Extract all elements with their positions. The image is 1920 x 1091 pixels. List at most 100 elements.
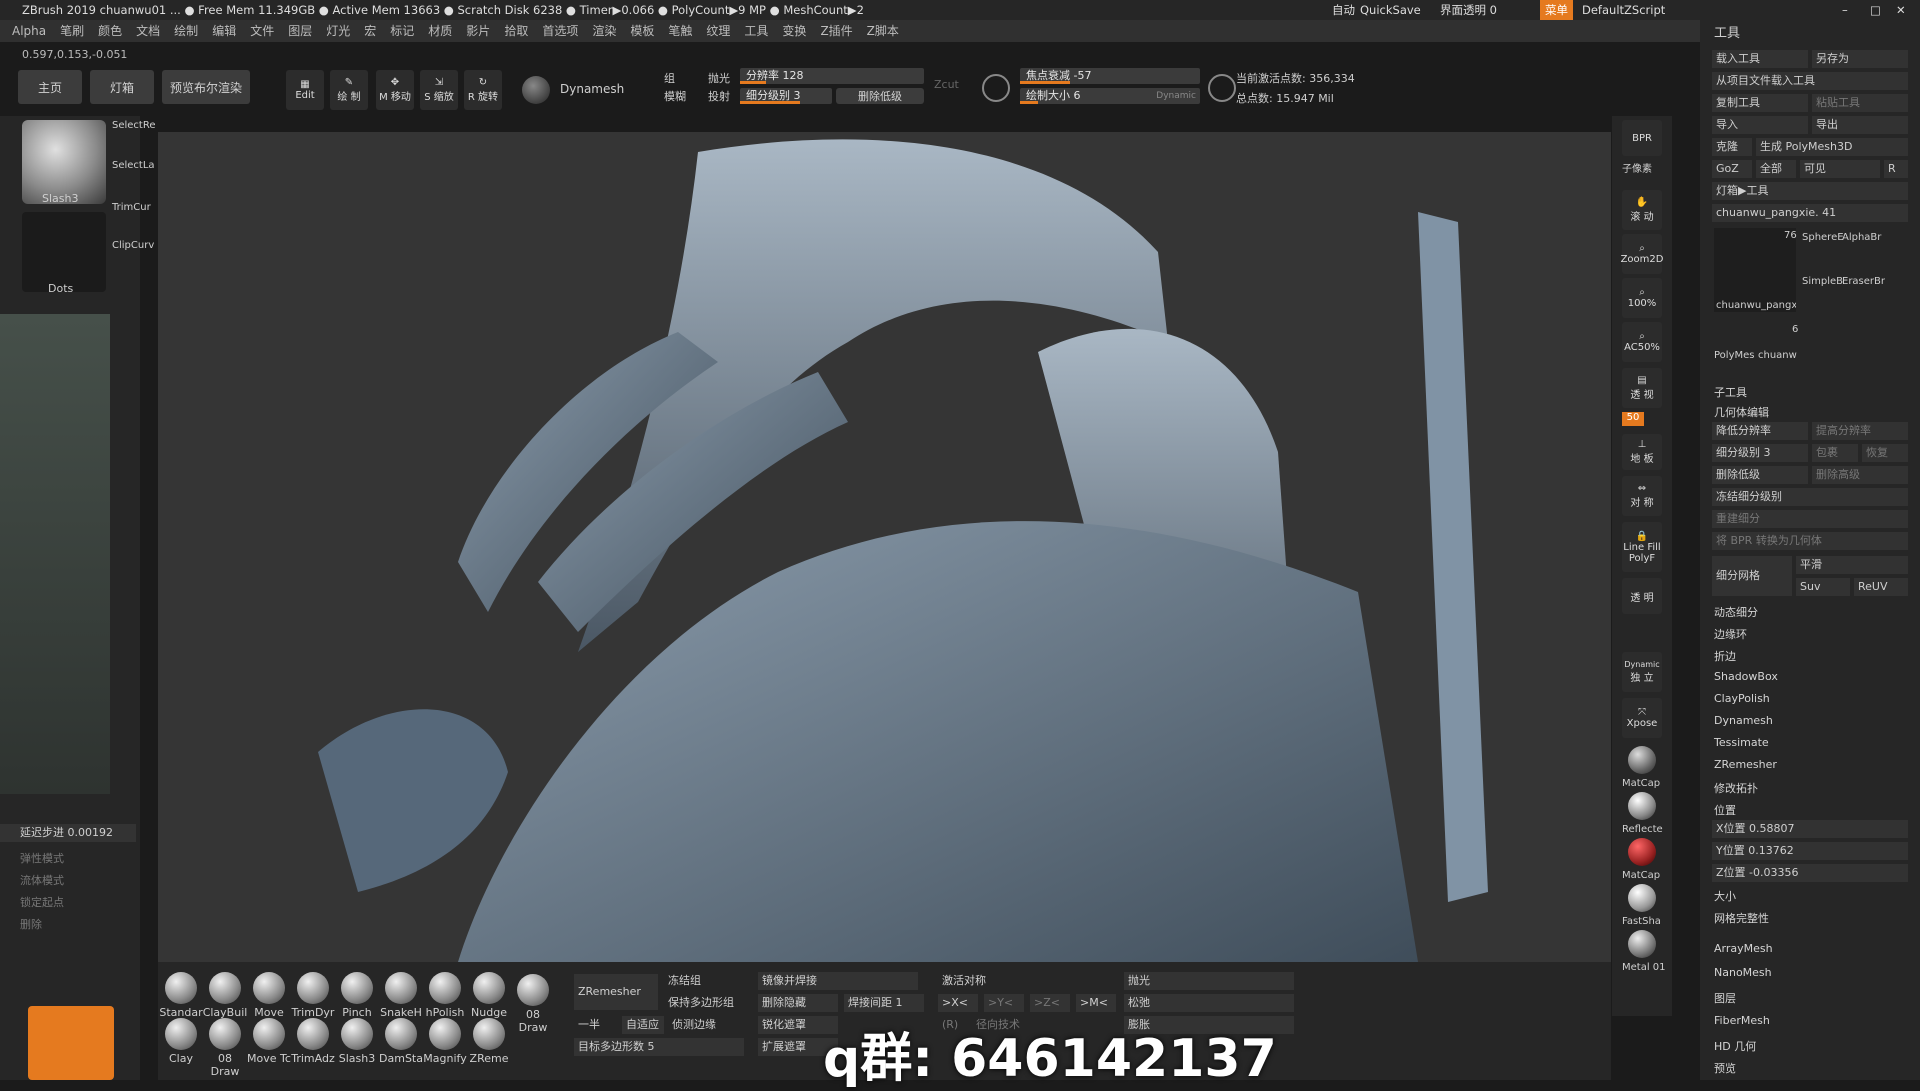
menu-color[interactable]: 颜色 bbox=[98, 24, 122, 38]
resolution-slider[interactable]: 分辨率 128 bbox=[740, 68, 924, 84]
higher-res-button[interactable]: 提高分辨率 bbox=[1812, 422, 1908, 440]
suv-toggle[interactable]: Suv bbox=[1796, 578, 1850, 596]
menu-material[interactable]: 材质 bbox=[428, 24, 452, 38]
arraymesh-section[interactable]: ArrayMesh bbox=[1714, 942, 1773, 955]
edit-button[interactable]: ▦ Edit bbox=[286, 70, 324, 110]
reflected-material-icon[interactable] bbox=[1628, 792, 1656, 820]
focal-shift-icon[interactable] bbox=[982, 74, 1010, 102]
delete-stroke[interactable]: 删除 bbox=[20, 916, 42, 932]
lazy-step-slider[interactable]: 延迟步进 0.00192 bbox=[0, 824, 136, 842]
fluid-mode[interactable]: 流体模式 bbox=[20, 872, 64, 888]
scroll-button[interactable]: ✋ 滚 动 bbox=[1622, 190, 1662, 230]
interface-transparency-slider[interactable]: 界面透明 0 bbox=[1440, 0, 1497, 20]
lightbox-button[interactable]: 灯箱 bbox=[90, 70, 154, 104]
dynamesh-label[interactable]: Dynamesh bbox=[560, 82, 624, 96]
menu-render[interactable]: 渲染 bbox=[592, 24, 616, 38]
weld-distance-slider[interactable]: 焊接间距 1 bbox=[844, 994, 924, 1012]
menu-document[interactable]: 文档 bbox=[136, 24, 160, 38]
group-toggle[interactable]: 组 bbox=[664, 70, 675, 86]
detect-edges-toggle[interactable]: 侦测边缘 bbox=[668, 1016, 752, 1034]
activate-symmetry-button[interactable]: 激活对称 bbox=[938, 972, 1068, 990]
select-lasso-tool[interactable]: SelectLa bbox=[112, 160, 155, 171]
fov-value[interactable]: 50 bbox=[1622, 412, 1644, 426]
polish-slider[interactable]: 抛光 bbox=[1124, 972, 1294, 990]
reconstruct-button[interactable]: 恢复 bbox=[1862, 444, 1908, 462]
menu-stencil[interactable]: 模板 bbox=[630, 24, 654, 38]
minimize-icon[interactable]: – bbox=[1842, 0, 1848, 20]
bpr-preview-button[interactable]: 预览布尔渲染 bbox=[162, 70, 250, 104]
transparency-button[interactable]: 透 明 bbox=[1622, 578, 1662, 614]
symmetry-button[interactable]: ⇔ 对 称 bbox=[1622, 476, 1662, 516]
brush-standard[interactable]: Standar bbox=[158, 972, 204, 1019]
relax-slider[interactable]: 松弛 bbox=[1124, 994, 1294, 1012]
close-icon[interactable]: ✕ bbox=[1896, 0, 1906, 20]
sphere-tool[interactable]: SphereE bbox=[1802, 232, 1844, 243]
tessimate-section[interactable]: Tessimate bbox=[1714, 736, 1769, 749]
draw-button[interactable]: ✎ 绘 制 bbox=[330, 70, 368, 110]
symmetry-z-toggle[interactable]: >Z< bbox=[1030, 994, 1070, 1012]
menu-preferences[interactable]: 首选项 bbox=[542, 24, 578, 38]
quicksave-button[interactable]: QuickSave bbox=[1360, 0, 1421, 20]
bpr-render-button[interactable]: BPR bbox=[1622, 120, 1662, 156]
menu-alpha[interactable]: Alpha bbox=[12, 24, 46, 38]
r-button[interactable]: R bbox=[1884, 160, 1908, 178]
subtool-header[interactable]: 子工具 bbox=[1714, 384, 1747, 400]
menu-draw[interactable]: 绘制 bbox=[174, 24, 198, 38]
adaptive-toggle[interactable]: 自适应 bbox=[622, 1016, 664, 1034]
current-tool-slider[interactable]: chuanwu_pangxie. 41 bbox=[1712, 204, 1908, 222]
geometry-header[interactable]: 几何体编辑 bbox=[1714, 404, 1769, 420]
chuanwu-tool[interactable]: chuanw bbox=[1758, 350, 1797, 361]
menu-brush[interactable]: 笔刷 bbox=[60, 24, 84, 38]
metal-material-icon[interactable] bbox=[1628, 930, 1656, 958]
default-zscript[interactable]: DefaultZScript bbox=[1582, 0, 1665, 20]
bpr-to-geo-button[interactable]: 将 BPR 转换为几何体 bbox=[1712, 532, 1908, 550]
lock-start[interactable]: 锁定起点 bbox=[20, 894, 64, 910]
brush-snakehook[interactable]: SnakeH bbox=[378, 972, 424, 1019]
half-size-button[interactable]: ⌕ AC50% bbox=[1622, 322, 1662, 362]
simplebrush-tool[interactable]: SimpleB bbox=[1802, 276, 1843, 287]
clone-button[interactable]: 克隆 bbox=[1712, 138, 1752, 156]
modify-topology-section[interactable]: 修改拓扑 bbox=[1714, 780, 1758, 796]
brush-hpolish[interactable]: hPolish bbox=[422, 972, 468, 1019]
clip-curve-tool[interactable]: ClipCurv bbox=[112, 240, 154, 251]
save-as-button[interactable]: 另存为 bbox=[1812, 50, 1908, 68]
delete-hidden-button[interactable]: 删除隐藏 bbox=[758, 994, 838, 1012]
polish-toggle[interactable]: 抛光 bbox=[708, 70, 730, 86]
smooth-toggle[interactable]: 平滑 bbox=[1796, 556, 1908, 574]
all-button[interactable]: 全部 bbox=[1756, 160, 1796, 178]
layers-section[interactable]: 图层 bbox=[1714, 990, 1736, 1006]
copy-tool-button[interactable]: 复制工具 bbox=[1712, 94, 1808, 112]
export-button[interactable]: 导出 bbox=[1812, 116, 1908, 134]
lightbox-tools-button[interactable]: 灯箱▶工具 bbox=[1712, 182, 1908, 200]
dynamic-size-icon[interactable] bbox=[1208, 74, 1236, 102]
menu-stroke[interactable]: 笔触 bbox=[668, 24, 692, 38]
brush-08draw-a[interactable]: 08 Draw bbox=[510, 974, 556, 1034]
nanomesh-section[interactable]: NanoMesh bbox=[1714, 966, 1772, 979]
freeze-subdiv-button[interactable]: 冻结细分级别 bbox=[1712, 488, 1908, 506]
shadowbox-section[interactable]: ShadowBox bbox=[1714, 670, 1778, 683]
visible-button[interactable]: 可见 bbox=[1800, 160, 1880, 178]
brush-clay[interactable]: Clay bbox=[158, 1018, 204, 1065]
color-picker-icon[interactable] bbox=[28, 1006, 114, 1080]
brush-trimdynamic[interactable]: TrimDyr bbox=[290, 972, 336, 1019]
fastshader-icon[interactable] bbox=[1628, 884, 1656, 912]
scale-button[interactable]: ⇲ S 缩放 bbox=[420, 70, 458, 110]
menu-light[interactable]: 灯光 bbox=[326, 24, 350, 38]
dynamesh-section[interactable]: Dynamesh bbox=[1714, 714, 1773, 727]
keep-groups-toggle[interactable]: 保持多边形组 bbox=[664, 994, 754, 1012]
zremesher-button[interactable]: ZRemesher bbox=[574, 974, 658, 1010]
make-polymesh3d-button[interactable]: 生成 PolyMesh3D bbox=[1756, 138, 1908, 156]
menu-file[interactable]: 文件 bbox=[250, 24, 274, 38]
load-tool-button[interactable]: 载入工具 bbox=[1712, 50, 1808, 68]
select-rect-tool[interactable]: SelectRe bbox=[112, 120, 156, 131]
subdivision-level-slider[interactable]: 细分级别 3 bbox=[740, 88, 832, 104]
draw-size-slider[interactable]: 绘制大小 6 Dynamic bbox=[1020, 88, 1200, 104]
matcap-material-icon[interactable] bbox=[1628, 746, 1656, 774]
polymesh-tool[interactable]: PolyMes bbox=[1714, 350, 1754, 361]
x-position-slider[interactable]: X位置 0.58807 bbox=[1712, 820, 1908, 838]
dynamic-subdiv-section[interactable]: 动态细分 bbox=[1714, 604, 1758, 620]
move-button[interactable]: ✥ M 移动 bbox=[376, 70, 414, 110]
rotate-button[interactable]: ↻ R 旋转 bbox=[464, 70, 502, 110]
mirror-weld-button[interactable]: 镜像并焊接 bbox=[758, 972, 918, 990]
brush-magnify[interactable]: Magnify bbox=[422, 1018, 468, 1065]
